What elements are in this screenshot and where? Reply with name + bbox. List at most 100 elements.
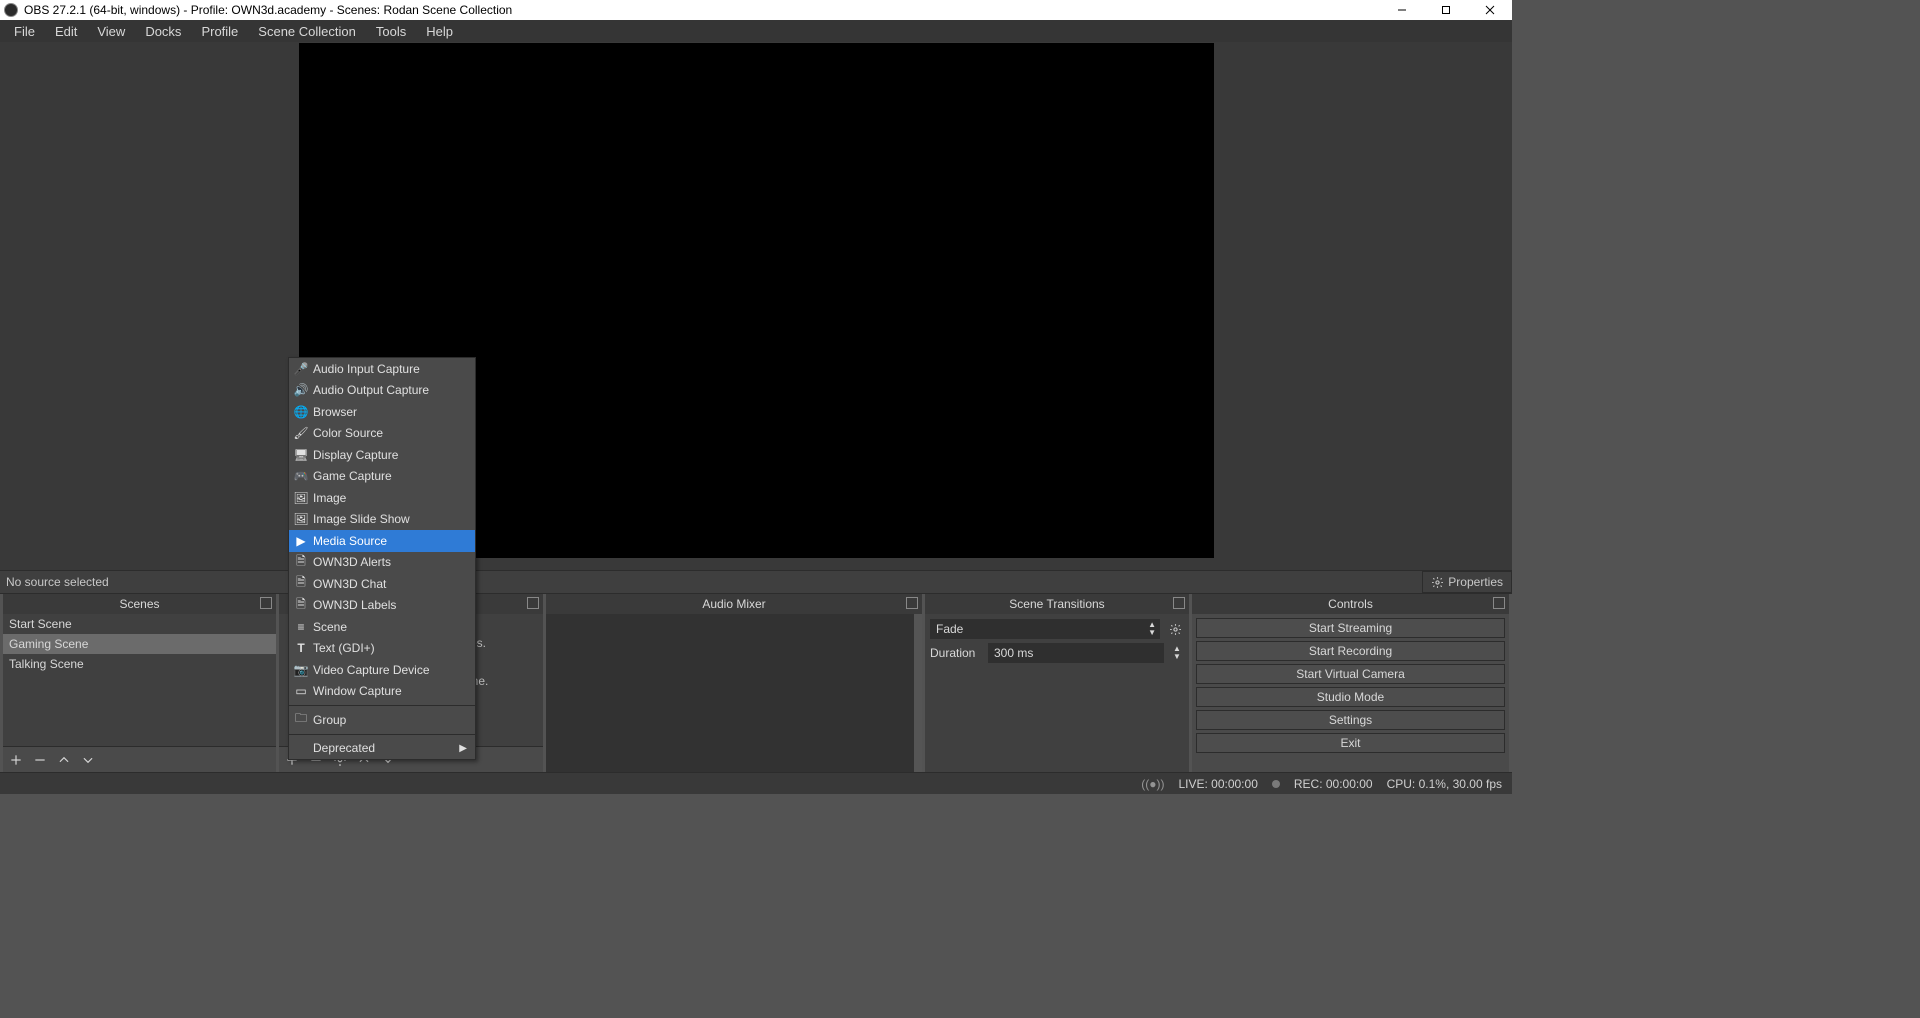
source-info-bar: No source selected Properties	[0, 570, 1512, 594]
ctx-own3d-chat[interactable]: 🗎OWN3D Chat	[289, 573, 475, 595]
list-icon: ≡	[289, 620, 313, 634]
ctx-audio-output-capture[interactable]: 🔊Audio Output Capture	[289, 380, 475, 402]
app-icon	[4, 3, 18, 17]
start-recording-button[interactable]: Start Recording	[1196, 641, 1505, 661]
transition-properties-button[interactable]	[1166, 620, 1184, 638]
window-icon: ▭	[289, 684, 313, 698]
slideshow-icon: 🖼	[289, 512, 313, 526]
ctx-video-capture-device[interactable]: 📷Video Capture Device	[289, 659, 475, 681]
mixer-scrollbar[interactable]	[914, 614, 922, 772]
remove-scene-button[interactable]	[33, 753, 47, 767]
ctx-window-capture[interactable]: ▭Window Capture	[289, 681, 475, 703]
preview-area	[0, 42, 1512, 570]
duration-spinner[interactable]: ▲▼	[1170, 645, 1184, 661]
mixer-popout-icon[interactable]	[906, 597, 918, 609]
no-source-selected-label: No source selected	[0, 575, 1422, 589]
scenes-list[interactable]: Start Scene Gaming Scene Talking Scene	[3, 614, 276, 746]
transition-select[interactable]: Fade ▲▼	[930, 619, 1160, 639]
ctx-image[interactable]: 🖼Image	[289, 487, 475, 509]
file-icon: 🗎	[289, 552, 313, 573]
studio-mode-button[interactable]: Studio Mode	[1196, 687, 1505, 707]
monitor-icon: 🖥	[289, 448, 313, 462]
ctx-browser[interactable]: 🌐Browser	[289, 401, 475, 423]
scenes-header[interactable]: Scenes	[3, 594, 276, 614]
window-title: OBS 27.2.1 (64-bit, windows) - Profile: …	[24, 3, 512, 17]
menu-profile[interactable]: Profile	[191, 21, 248, 42]
add-scene-button[interactable]	[9, 753, 23, 767]
transitions-popout-icon[interactable]	[1173, 597, 1185, 609]
menu-bar: File Edit View Docks Profile Scene Colle…	[0, 20, 1512, 42]
gear-icon	[1431, 576, 1444, 589]
play-icon: ▶	[289, 534, 313, 548]
window-maximize-button[interactable]	[1424, 0, 1468, 20]
transitions-dock: Scene Transitions Fade ▲▼ Duration 300 m…	[925, 594, 1189, 772]
audio-mixer-body[interactable]	[546, 614, 922, 772]
menu-file[interactable]: File	[4, 21, 45, 42]
ctx-color-source[interactable]: 🖌Color Source	[289, 423, 475, 445]
ctx-display-capture[interactable]: 🖥Display Capture	[289, 444, 475, 466]
audio-mixer-dock: Audio Mixer	[546, 594, 922, 772]
scenes-popout-icon[interactable]	[260, 597, 272, 609]
duration-input[interactable]: 300 ms	[988, 643, 1164, 663]
add-source-context-menu: 🎤Audio Input Capture 🔊Audio Output Captu…	[288, 357, 476, 760]
transitions-body: Fade ▲▼ Duration 300 ms ▲▼	[925, 614, 1189, 772]
brush-icon: 🖌	[289, 426, 313, 440]
ctx-media-source[interactable]: ▶Media Source	[289, 530, 475, 552]
context-separator	[289, 734, 475, 735]
ctx-scene[interactable]: ≡Scene	[289, 616, 475, 638]
scene-move-up-button[interactable]	[57, 753, 71, 767]
gamepad-icon: 🎮	[289, 469, 313, 483]
ctx-own3d-alerts[interactable]: 🗎OWN3D Alerts	[289, 552, 475, 574]
docks-container: Scenes Start Scene Gaming Scene Talking …	[0, 594, 1512, 772]
status-live: LIVE: 00:00:00	[1178, 777, 1257, 791]
controls-header[interactable]: Controls	[1192, 594, 1509, 614]
globe-icon: 🌐	[289, 405, 313, 419]
menu-help[interactable]: Help	[416, 21, 463, 42]
controls-body: Start Streaming Start Recording Start Vi…	[1192, 614, 1509, 772]
menu-edit[interactable]: Edit	[45, 21, 87, 42]
scenes-toolbar	[3, 746, 276, 772]
menu-docks[interactable]: Docks	[135, 21, 191, 42]
window-close-button[interactable]	[1468, 0, 1512, 20]
speaker-icon: 🔊	[289, 383, 313, 397]
title-bar: OBS 27.2.1 (64-bit, windows) - Profile: …	[0, 0, 1512, 20]
menu-view[interactable]: View	[87, 21, 135, 42]
properties-button[interactable]: Properties	[1422, 571, 1512, 593]
folder-icon: 🗀	[289, 709, 313, 730]
scene-item-start[interactable]: Start Scene	[3, 614, 276, 634]
chevron-updown-icon: ▲▼	[1148, 621, 1156, 637]
ctx-game-capture[interactable]: 🎮Game Capture	[289, 466, 475, 488]
controls-popout-icon[interactable]	[1493, 597, 1505, 609]
audio-mixer-header[interactable]: Audio Mixer	[546, 594, 922, 614]
scene-item-talking[interactable]: Talking Scene	[3, 654, 276, 674]
ctx-group[interactable]: 🗀Group	[289, 709, 475, 731]
transitions-header[interactable]: Scene Transitions	[925, 594, 1189, 614]
image-icon: 🖼	[289, 491, 313, 505]
window-minimize-button[interactable]	[1380, 0, 1424, 20]
gear-icon	[1169, 623, 1182, 636]
scene-item-gaming[interactable]: Gaming Scene	[3, 634, 276, 654]
settings-button[interactable]: Settings	[1196, 710, 1505, 730]
file-icon: 🗎	[289, 595, 313, 616]
rec-dot-icon	[1272, 780, 1280, 788]
start-virtual-camera-button[interactable]: Start Virtual Camera	[1196, 664, 1505, 684]
ctx-deprecated[interactable]: Deprecated▶	[289, 738, 475, 760]
ctx-text-gdi[interactable]: TText (GDI+)	[289, 638, 475, 660]
ctx-image-slide-show[interactable]: 🖼Image Slide Show	[289, 509, 475, 531]
exit-button[interactable]: Exit	[1196, 733, 1505, 753]
start-streaming-button[interactable]: Start Streaming	[1196, 618, 1505, 638]
scene-move-down-button[interactable]	[81, 753, 95, 767]
menu-tools[interactable]: Tools	[366, 21, 416, 42]
broadcast-icon: ((●))	[1141, 777, 1164, 791]
ctx-audio-input-capture[interactable]: 🎤Audio Input Capture	[289, 358, 475, 380]
file-icon: 🗎	[289, 573, 313, 594]
status-bar: ((●)) LIVE: 00:00:00 REC: 00:00:00 CPU: …	[0, 772, 1512, 794]
controls-dock: Controls Start Streaming Start Recording…	[1192, 594, 1509, 772]
status-cpu: CPU: 0.1%, 30.00 fps	[1387, 777, 1502, 791]
ctx-own3d-labels[interactable]: 🗎OWN3D Labels	[289, 595, 475, 617]
camera-icon: 📷	[289, 663, 313, 677]
submenu-arrow-icon: ▶	[459, 743, 467, 754]
menu-scene-collection[interactable]: Scene Collection	[248, 21, 366, 42]
sources-popout-icon[interactable]	[527, 597, 539, 609]
mic-icon: 🎤	[289, 362, 313, 376]
